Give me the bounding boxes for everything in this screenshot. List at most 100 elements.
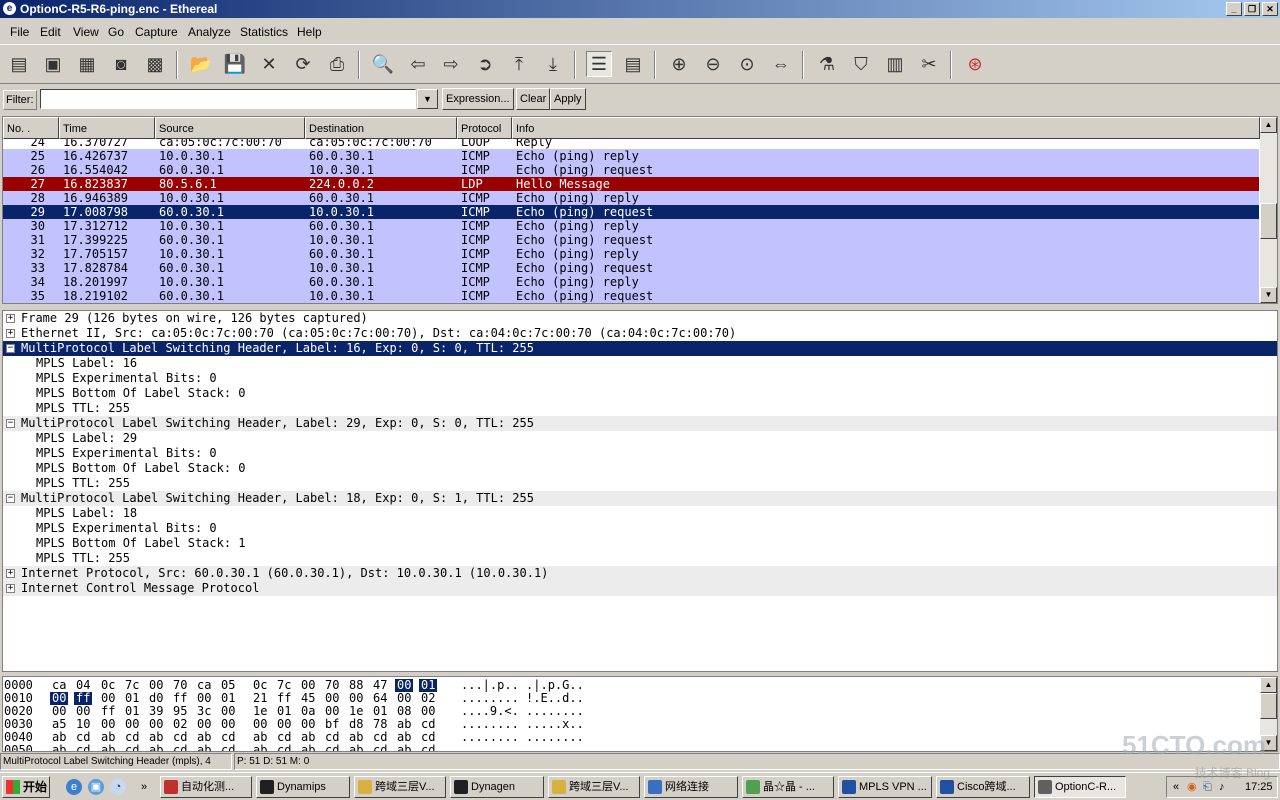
open-icon[interactable]: 📂 xyxy=(188,51,214,77)
packet-row[interactable]: 28 16.946389 10.0.30.1 60.0.30.1 ICMP Echo (p… xyxy=(3,191,1259,205)
packet-row[interactable]: 33 17.828784 60.0.30.1 10.0.30.1 ICMP Echo (p… xyxy=(3,261,1259,275)
menu-go[interactable]: Go xyxy=(108,25,124,39)
detail-tree-node[interactable]: + Frame 29 (126 bytes on wire, 126 bytes … xyxy=(3,311,1277,326)
menu-statistics[interactable]: Statistics xyxy=(240,25,288,39)
detail-tree-field[interactable]: MPLS Label: 29 xyxy=(3,431,1277,446)
hex-byte[interactable]: cd xyxy=(275,744,293,752)
detail-tree-field[interactable]: MPLS Experimental Bits: 0 xyxy=(3,521,1277,536)
hex-byte[interactable]: cd xyxy=(419,744,437,752)
detail-tree-field[interactable]: MPLS Bottom Of Label Stack: 1 xyxy=(3,536,1277,551)
display-filter-icon[interactable]: ⛉ xyxy=(848,51,874,77)
close-icon[interactable]: ✕ xyxy=(256,51,282,77)
column-header-no[interactable]: No. . xyxy=(3,117,59,139)
hex-byte[interactable]: ab xyxy=(347,744,365,752)
taskbar-button[interactable]: OptionC-R... xyxy=(1034,776,1126,798)
collapse-icon[interactable]: − xyxy=(6,494,15,503)
hex-byte[interactable]: cd xyxy=(171,744,189,752)
find-icon[interactable]: 🔍 xyxy=(370,51,396,77)
collapse-icon[interactable]: − xyxy=(6,344,15,353)
packet-row[interactable]: 32 17.705157 10.0.30.1 60.0.30.1 ICMP Echo (p… xyxy=(3,247,1259,261)
hex-byte[interactable]: ab xyxy=(251,744,269,752)
hex-row[interactable]: 0020 00 00 ff 01 39 95 3c 00 1e 01 0a 00 1e 01 08 00....… xyxy=(3,705,1259,718)
scroll-thumb[interactable] xyxy=(1260,203,1277,239)
taskbar-button[interactable]: Dynagen xyxy=(450,776,544,798)
hex-row[interactable]: 0000 ca 04 0c 7c 00 70 ca 05 0c 7c 00 70 88 47 00 01 ...|… xyxy=(3,679,1259,692)
detail-tree-field[interactable]: MPLS Label: 16 xyxy=(3,356,1277,371)
detail-tree-field[interactable]: MPLS Experimental Bits: 0 xyxy=(3,446,1277,461)
start-button[interactable]: 开始 xyxy=(2,776,50,798)
detail-tree-field[interactable]: MPLS TTL: 255 xyxy=(3,476,1277,491)
detail-tree-field[interactable]: MPLS Experimental Bits: 0 xyxy=(3,371,1277,386)
packet-row[interactable]: 24 16.370727 ca:05:0c:7c:00:70 ca:05:0c:7c:… xyxy=(3,139,1259,149)
interfaces-icon[interactable]: ▤ xyxy=(6,51,32,77)
hex-byte[interactable]: ab xyxy=(395,744,413,752)
menu-help[interactable]: Help xyxy=(297,25,322,39)
column-header-protocol[interactable]: Protocol xyxy=(457,117,512,139)
detail-tree-field[interactable]: MPLS Bottom Of Label Stack: 0 xyxy=(3,461,1277,476)
taskbar-button[interactable]: 网络连接 xyxy=(644,776,738,798)
first-packet-icon[interactable]: ⤒ xyxy=(506,51,532,77)
restore-button[interactable]: ❐ xyxy=(1244,2,1260,16)
hex-byte[interactable]: ab xyxy=(99,744,117,752)
ie-icon[interactable]: e xyxy=(66,779,82,795)
restart-capture-icon[interactable]: ▩ xyxy=(142,51,168,77)
menu-view[interactable]: View xyxy=(73,25,99,39)
detail-tree-node[interactable]: + Internet Protocol, Src: 60.0.30.1 (60.0… xyxy=(3,566,1277,581)
desktop-icon[interactable]: ▣ xyxy=(88,779,104,795)
reload-icon[interactable]: ⟳ xyxy=(290,51,316,77)
help-icon[interactable]: ⊛ xyxy=(962,51,988,77)
packet-row[interactable]: 35 18.219102 60.0.30.1 10.0.30.1 ICMP Echo (p… xyxy=(3,289,1259,303)
zoom-out-icon[interactable]: ⊖ xyxy=(700,51,726,77)
detail-tree-node[interactable]: + Internet Control Message Protocol xyxy=(3,581,1277,596)
packet-row[interactable]: 25 16.426737 10.0.30.1 60.0.30.1 ICMP Echo (p… xyxy=(3,149,1259,163)
colorize-icon[interactable]: ☰ xyxy=(586,51,612,77)
filter-dropdown-button[interactable]: ▼ xyxy=(417,89,438,109)
go-back-icon[interactable]: ⇦ xyxy=(405,51,431,77)
capture-filter-icon[interactable]: ⚗ xyxy=(814,51,840,77)
coloring-rules-icon[interactable]: ▥ xyxy=(882,51,908,77)
preferences-icon[interactable]: ✂ xyxy=(916,51,942,77)
taskbar-button[interactable]: 晶☆晶 - ... xyxy=(742,776,834,798)
minimize-button[interactable]: _ xyxy=(1226,2,1242,16)
detail-tree-field[interactable]: MPLS TTL: 255 xyxy=(3,401,1277,416)
print-icon[interactable]: ⎙ xyxy=(324,51,350,77)
expand-icon[interactable]: + xyxy=(6,584,15,593)
hex-byte[interactable]: cd xyxy=(323,744,341,752)
packet-row[interactable]: 30 17.312712 10.0.30.1 60.0.30.1 ICMP Echo (p… xyxy=(3,219,1259,233)
packet-row[interactable]: 29 17.008798 60.0.30.1 10.0.30.1 ICMP Echo (p… xyxy=(3,205,1259,219)
go-to-packet-icon[interactable]: ➲ xyxy=(472,51,498,77)
detail-tree-field[interactable]: MPLS TTL: 255 xyxy=(3,551,1277,566)
taskbar-button[interactable]: MPLS VPN ... xyxy=(838,776,932,798)
packet-list-scrollbar[interactable]: ▲ ▼ xyxy=(1260,117,1277,303)
taskbar-button[interactable]: Cisco跨域... xyxy=(936,776,1030,798)
resize-columns-icon[interactable]: ⇔ xyxy=(768,51,794,77)
detail-tree-node[interactable]: − MultiProtocol Label Switching Header, L… xyxy=(3,416,1277,431)
clear-button[interactable]: Clear xyxy=(516,88,551,110)
media-icon[interactable]: ◔ xyxy=(110,779,126,795)
column-header-source[interactable]: Source xyxy=(155,117,305,139)
autoscroll-icon[interactable]: ▤ xyxy=(620,51,646,77)
last-packet-icon[interactable]: ⤓ xyxy=(540,51,566,77)
expand-icon[interactable]: + xyxy=(6,329,15,338)
scroll-down-arrow[interactable]: ▼ xyxy=(1260,287,1277,303)
menu-capture[interactable]: Capture xyxy=(135,25,178,39)
hex-row[interactable]: 0010 00 ff 00 01 d0 ff 00 01 21 ff 45 00 00 64 00 02....… xyxy=(3,692,1259,705)
scroll-up-arrow[interactable]: ▲ xyxy=(1260,117,1277,133)
hex-byte[interactable]: ab xyxy=(299,744,317,752)
taskbar-button[interactable]: 跨域三层V... xyxy=(354,776,446,798)
hex-row[interactable]: 0030 a5 10 00 00 00 02 00 00 00 00 00 bf d8 78 ab cd....… xyxy=(3,718,1259,731)
save-icon[interactable]: 💾 xyxy=(222,51,248,77)
chevron-left-icon[interactable]: « xyxy=(1173,777,1179,797)
detail-tree-field[interactable]: MPLS Bottom Of Label Stack: 0 xyxy=(3,386,1277,401)
hex-byte[interactable]: ab xyxy=(195,744,213,752)
detail-tree-node[interactable]: + Ethernet II, Src: ca:05:0c:7c:00:70 (ca… xyxy=(3,326,1277,341)
apply-button[interactable]: Apply xyxy=(550,88,586,110)
taskbar-button[interactable]: Dynamips xyxy=(256,776,350,798)
expression-button[interactable]: Expression... xyxy=(442,88,514,110)
packet-row[interactable]: 31 17.399225 60.0.30.1 10.0.30.1 ICMP Echo (p… xyxy=(3,233,1259,247)
hex-row[interactable]: 0050 ab cd ab cd ab cd ab cd ab cd ab cd ab cd ab cd....… xyxy=(3,744,1259,752)
zoom-in-icon[interactable]: ⊕ xyxy=(666,51,692,77)
scroll-thumb[interactable] xyxy=(1260,693,1277,719)
column-header-time[interactable]: Time xyxy=(59,117,155,139)
go-forward-icon[interactable]: ⇨ xyxy=(438,51,464,77)
